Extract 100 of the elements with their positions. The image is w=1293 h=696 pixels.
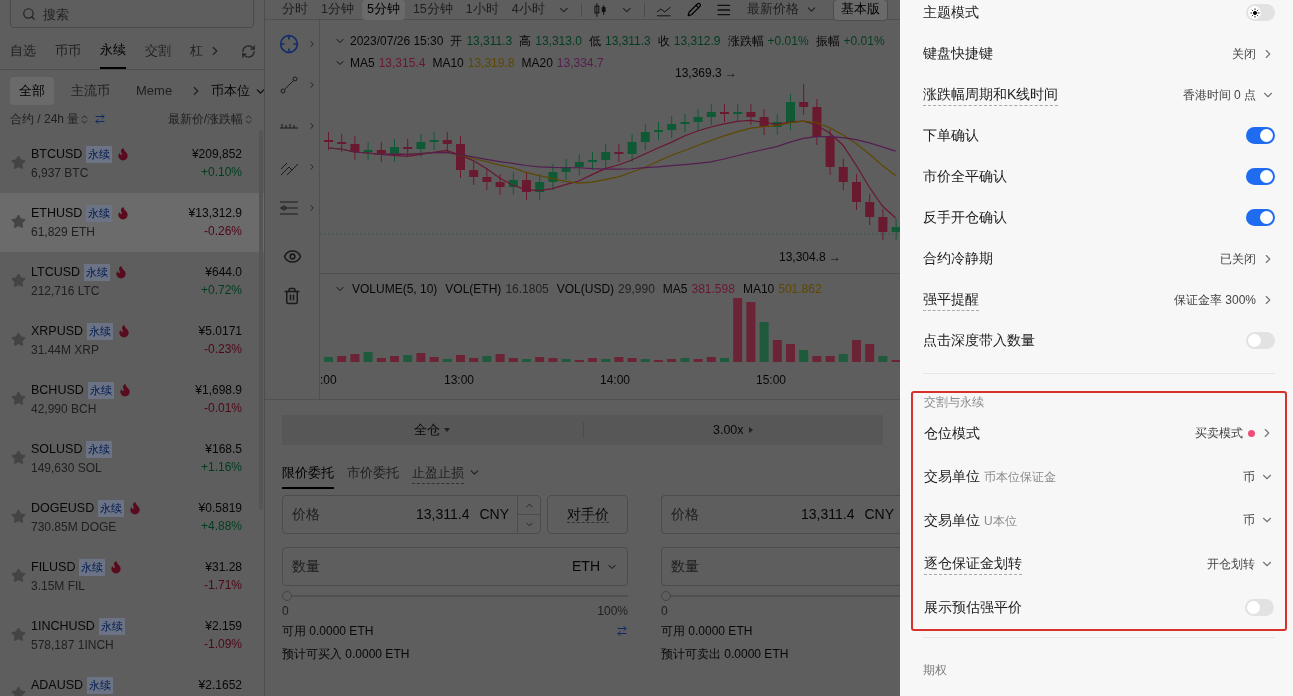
volume-text: 149,630 SOL — [31, 459, 103, 477]
filter-chip[interactable]: Meme — [127, 77, 182, 105]
symbol: LTCUSD — [31, 264, 81, 281]
market-row[interactable]: BCHUSD 永续 42,990 BCH ¥1,698.9 -0.01% — [0, 370, 264, 429]
star-icon[interactable] — [11, 509, 26, 524]
setting-dropdown[interactable]: 币 — [1243, 511, 1274, 529]
quantity-field[interactable]: 数量 ETH — [282, 547, 628, 586]
setting-sublabel: U本位 — [984, 512, 1017, 530]
market-tab[interactable]: 币币 — [55, 33, 81, 69]
refresh-icon[interactable] — [241, 43, 256, 59]
market-row[interactable]: XRPUSD 永续 31.44M XRP ¥5.0171 -0.23% — [0, 311, 264, 370]
filter-chip[interactable]: 主流币 — [62, 77, 119, 105]
interval-tab[interactable]: 15分钟 — [407, 0, 458, 20]
transfer-icon[interactable] — [616, 625, 628, 637]
slider-handle[interactable] — [661, 591, 671, 601]
eye-icon[interactable] — [282, 247, 302, 266]
slider-handle[interactable] — [282, 591, 292, 601]
toggle-switch[interactable] — [1246, 168, 1275, 185]
interval-tab[interactable]: 5分钟 — [361, 0, 405, 20]
chevron-right-icon[interactable] — [307, 203, 317, 213]
price-field[interactable]: 价格 13,311.4 CNY — [282, 495, 541, 534]
crosshair-icon[interactable] — [279, 34, 299, 54]
candle — [337, 133, 347, 153]
candle — [720, 103, 729, 123]
search-field[interactable]: 搜索 — [10, 0, 254, 28]
candle — [654, 121, 663, 141]
star-icon[interactable] — [11, 332, 26, 347]
ohlc-label: 开 — [450, 33, 463, 50]
setting-dropdown[interactable]: 币 — [1243, 467, 1274, 486]
candle — [799, 83, 809, 116]
trash-icon[interactable] — [283, 287, 301, 305]
volume-text: 3.15M FIL — [31, 577, 87, 595]
market-row[interactable]: BTCUSD 永续 6,937 BTC ¥209,852 +0.10% — [0, 134, 264, 193]
high-price-label: 13,369.3 → — [675, 65, 738, 82]
interval-tab[interactable]: 4小时 — [506, 0, 550, 20]
counter-price-button[interactable]: 对手价 — [547, 495, 628, 534]
interval-tab[interactable]: 1分钟 — [316, 0, 359, 20]
setting-link[interactable]: 保证金率 300% — [1173, 290, 1275, 309]
leverage-button[interactable]: 3.00x — [583, 420, 883, 440]
pencil-icon[interactable] — [686, 2, 702, 17]
chevron-right-icon[interactable] — [307, 162, 317, 172]
order-type-tab[interactable]: 市价委托 — [347, 463, 399, 489]
market-tab[interactable]: 永续 — [100, 33, 126, 69]
order-type-tab[interactable]: 限价委托 — [282, 463, 334, 489]
star-icon[interactable] — [11, 450, 26, 465]
theme-toggle[interactable] — [1246, 4, 1275, 21]
chevron-right-icon[interactable] — [307, 80, 317, 90]
line-tool-icon[interactable] — [279, 75, 299, 95]
setting-label: 键盘快捷键 — [923, 44, 993, 63]
ohlc-value: 13,313.0 — [535, 33, 582, 50]
candle — [574, 153, 584, 176]
market-row[interactable]: DOGEUSD 永续 730.85M DOGE ¥0.5819 +4.88% — [0, 488, 264, 547]
unit-dropdown[interactable]: 币本位 — [211, 81, 268, 101]
market-row[interactable]: 1INCHUSD 永续 578,187 1INCH ¥2.159 -1.09% — [0, 606, 264, 665]
star-icon[interactable] — [11, 214, 26, 229]
interval-tab[interactable]: 分时 — [277, 0, 313, 20]
star-icon[interactable] — [11, 568, 26, 583]
market-row[interactable]: SOLUSD 永续 149,630 SOL ¥168.5 +1.16% — [0, 429, 264, 488]
sun-icon — [1249, 7, 1260, 18]
market-row[interactable]: ETHUSD 永续 61,829 ETH ¥13,312.9 -0.26% — [0, 193, 264, 252]
toggle-switch[interactable] — [1246, 332, 1275, 349]
setting-dropdown[interactable]: 开仓划转 — [1207, 554, 1274, 573]
candle — [482, 168, 492, 191]
setting-link[interactable]: 买卖模式 — [1195, 424, 1274, 442]
star-icon[interactable] — [11, 391, 26, 406]
chevron-right-icon[interactable] — [307, 39, 317, 49]
price-type-dropdown[interactable]: 最新价格 — [747, 0, 818, 19]
interval-tab[interactable]: 1小时 — [460, 0, 504, 20]
chevron-right-icon[interactable] — [307, 121, 317, 131]
star-icon[interactable] — [11, 273, 26, 288]
horizontal-lines-icon[interactable] — [279, 198, 299, 218]
symbol: SOLUSD — [31, 441, 83, 458]
market-row[interactable]: FILUSD 永续 3.15M FIL ¥31.28 -1.71% — [0, 547, 264, 606]
perpetual-tag: 永续 — [86, 441, 113, 458]
candle — [627, 133, 637, 163]
filter-chip[interactable]: 全部 — [10, 77, 54, 105]
toggle-switch[interactable] — [1245, 598, 1274, 616]
market-tab[interactable]: 杠 — [190, 33, 203, 69]
price-field[interactable]: 价格 13,311.4 CNY — [661, 495, 900, 534]
toggle-switch[interactable] — [1246, 127, 1275, 144]
setting-link[interactable]: 已关闭 — [1220, 249, 1275, 268]
time-axis-label: 13:00 — [444, 373, 475, 387]
candle — [680, 113, 690, 133]
margin-mode-dropdown[interactable]: 全仓 — [282, 420, 583, 440]
volume-bar — [376, 358, 386, 362]
version-button[interactable]: 基本版 — [833, 0, 888, 21]
swap-icon[interactable] — [94, 113, 107, 125]
unit-label: ETH — [572, 557, 600, 576]
market-row[interactable]: LTCUSD 永续 212,716 LTC ¥644.0 +0.72% — [0, 252, 264, 311]
quantity-field[interactable]: 数量 — [661, 547, 900, 586]
star-icon[interactable] — [11, 627, 26, 642]
toggle-switch[interactable] — [1246, 209, 1275, 226]
volume-bar — [548, 358, 558, 362]
candlestick-icon[interactable] — [593, 1, 609, 18]
setting-dropdown[interactable]: 香港时间 0 点 — [1182, 85, 1275, 104]
setting-link[interactable]: 关闭 — [1232, 44, 1275, 63]
change-text: -0.23% — [203, 341, 242, 358]
market-tab[interactable]: 自选 — [10, 33, 36, 69]
star-icon[interactable] — [11, 155, 26, 170]
market-row[interactable]: ADAUSD 永续 ¥2.1652 — [0, 665, 264, 696]
